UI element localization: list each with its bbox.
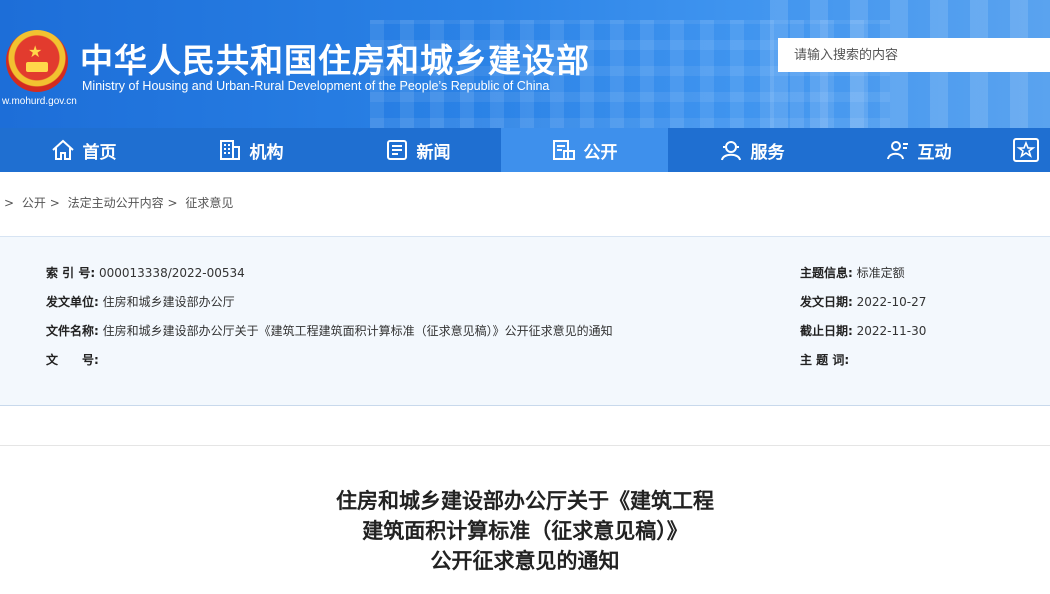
site-url[interactable]: w.mohurd.gov.cn: [2, 96, 77, 107]
nav-item-label: 服务: [750, 142, 785, 163]
meta-keywords-label: 主 题 词:: [800, 353, 850, 367]
star-icon: [1013, 138, 1039, 162]
building-icon: [219, 140, 240, 160]
news-icon: [386, 140, 407, 160]
meta-topic-label: 主题信息:: [800, 266, 853, 280]
breadcrumb-separator: >: [167, 196, 178, 210]
home-icon: [51, 139, 74, 160]
meta-filename-label: 文件名称:: [46, 324, 99, 338]
nav-item-service[interactable]: 服务: [668, 128, 835, 172]
nav-item-organization[interactable]: 机构: [167, 128, 334, 172]
meta-date-label: 发文日期:: [800, 295, 853, 309]
meta-issuer-value: 住房和城乡建设部办公厅: [102, 295, 235, 309]
content-divider: [0, 445, 1050, 446]
search-input[interactable]: [778, 38, 1050, 72]
breadcrumb-separator: >: [4, 196, 15, 210]
document-title-line: 建筑面积计算标准（征求意见稿）》: [362, 519, 688, 543]
meta-issuer-label: 发文单位:: [46, 295, 99, 309]
service-icon: [720, 141, 741, 161]
document-title-line: 住房和城乡建设部办公厅关于《建筑工程: [336, 489, 714, 513]
meta-deadline: 截止日期: 2022-11-30: [800, 322, 926, 339]
nav-item-interaction[interactable]: 互动: [835, 128, 1002, 172]
breadcrumb-separator: >: [49, 196, 60, 210]
meta-index: 索 引 号: 000013338/2022-00534: [46, 264, 245, 281]
nav-item-label: 新闻: [416, 142, 451, 163]
meta-issuer: 发文单位: 住房和城乡建设部办公厅: [46, 293, 235, 310]
meta-filename-value: 住房和城乡建设部办公厅关于《建筑工程建筑面积计算标准（征求意见稿）》公开征求意见…: [102, 324, 613, 338]
site-subtitle: Ministry of Housing and Urban-Rural Deve…: [82, 79, 550, 93]
meta-topic-value: 标准定额: [856, 266, 905, 280]
meta-deadline-label: 截止日期:: [800, 324, 853, 338]
nav-item-label: 机构: [249, 142, 284, 163]
nav-item-label: 首页: [82, 142, 117, 163]
breadcrumb: > 公开 > 法定主动公开内容 > 征求意见: [4, 194, 233, 211]
nav-item-label: 互动: [917, 142, 952, 163]
nav-item-home[interactable]: 首页: [0, 128, 167, 172]
breadcrumb-item-consultation[interactable]: 征求意见: [185, 196, 233, 210]
meta-docno-label: 文 号:: [46, 353, 99, 367]
meta-topic: 主题信息: 标准定额: [800, 264, 905, 281]
site-title[interactable]: 中华人民共和国住房和城乡建设部: [80, 34, 590, 82]
meta-filename: 文件名称: 住房和城乡建设部办公厅关于《建筑工程建筑面积计算标准（征求意见稿）》…: [46, 322, 613, 339]
nav-item-label: 公开: [583, 142, 618, 163]
public-info-icon: [552, 140, 575, 160]
document-title-line: 公开征求意见的通知: [430, 549, 620, 573]
document-title: 住房和城乡建设部办公厅关于《建筑工程 建筑面积计算标准（征求意见稿）》 公开征求…: [0, 486, 1050, 576]
nav-item-public[interactable]: 公开: [501, 128, 668, 172]
meta-deadline-value: 2022-11-30: [856, 324, 927, 338]
site-header: ★ w.mohurd.gov.cn 中华人民共和国住房和城乡建设部 Minist…: [0, 0, 1050, 128]
nav-item-favorites[interactable]: [1002, 128, 1050, 172]
meta-date: 发文日期: 2022-10-27: [800, 293, 926, 310]
meta-keywords: 主 题 词:: [800, 351, 849, 368]
meta-index-label: 索 引 号:: [46, 266, 96, 280]
document-meta-panel: 索 引 号: 000013338/2022-00534 发文单位: 住房和城乡建…: [0, 236, 1050, 406]
breadcrumb-item-public[interactable]: 公开: [22, 196, 46, 210]
breadcrumb-item-statutory-disclosure[interactable]: 法定主动公开内容: [68, 196, 164, 210]
nav-item-news[interactable]: 新闻: [334, 128, 501, 172]
national-emblem-icon[interactable]: ★: [6, 30, 68, 92]
main-nav: 首页 机构 新闻 公开 服务 互动: [0, 128, 1050, 172]
meta-date-value: 2022-10-27: [856, 295, 927, 309]
interaction-icon: [886, 141, 908, 160]
meta-docno: 文 号:: [46, 351, 99, 368]
meta-index-value: 000013338/2022-00534: [98, 266, 245, 280]
